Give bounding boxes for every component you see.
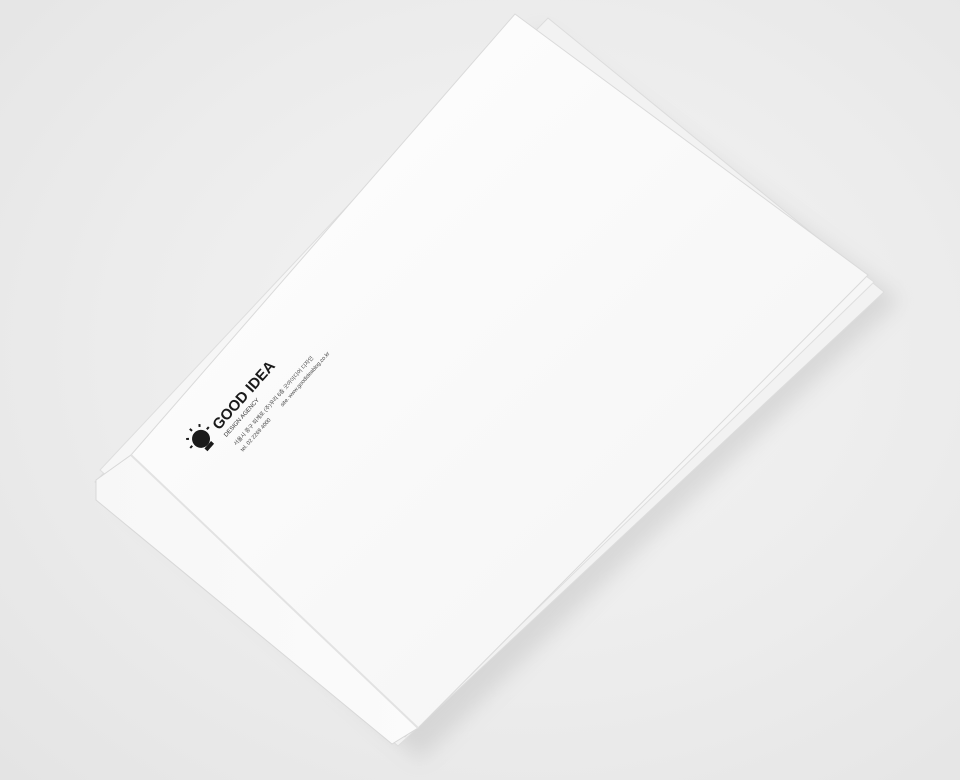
photo-stage: GOOD IDEA DESIGN AGENCY 서울시 중구 퇴계로 (주)우리…: [0, 0, 960, 780]
envelope-scene: GOOD IDEA DESIGN AGENCY 서울시 중구 퇴계로 (주)우리…: [94, 13, 900, 760]
envelope-front: [130, 13, 869, 729]
